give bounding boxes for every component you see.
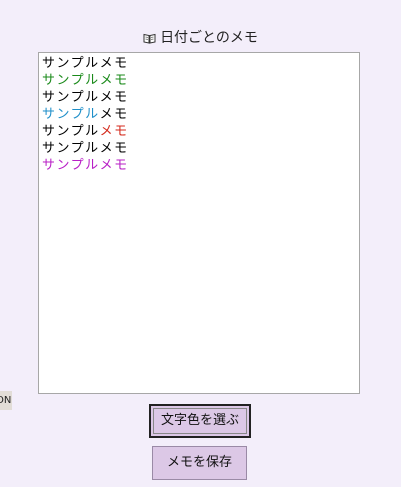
memo-text-segment: メモ [99, 107, 129, 122]
memo-line: サンプルメモ [42, 89, 359, 106]
memo-text-segment: サンプルメモ [42, 56, 129, 71]
page-title: 日付ごとのメモ [0, 27, 401, 48]
memo-text-segment: サンプルメモ [42, 73, 129, 88]
book-icon [143, 32, 156, 48]
memo-textarea[interactable]: サンプルメモ サンプルメモ サンプルメモ サンプルメモ サンプルメモ サンプルメモ サンプル… [38, 52, 360, 394]
memo-line: サンプルメモ [42, 72, 359, 89]
memo-text-segment: サンプルメモ [42, 141, 129, 156]
choose-text-color-button[interactable]: 文字色を選ぶ [149, 404, 251, 438]
memo-text-segment: サンプル [42, 107, 100, 122]
memo-line: サンプルメモ [42, 106, 359, 123]
memo-line: サンプルメモ [42, 55, 359, 72]
memo-line: サンプルメモ [42, 157, 359, 174]
side-tab[interactable]: ON [0, 391, 12, 410]
memo-line: サンプルメモ [42, 140, 359, 157]
memo-text-segment: サンプルメモ [42, 90, 129, 105]
memo-text-segment: メモ [99, 124, 129, 139]
memo-text-segment: サンプルメモ [42, 158, 129, 173]
memo-line: サンプルメモ [42, 123, 359, 140]
save-memo-button[interactable]: メモを保存 [152, 446, 247, 480]
memo-text-segment: サンプル [42, 124, 100, 139]
page-title-text: 日付ごとのメモ [160, 30, 258, 46]
